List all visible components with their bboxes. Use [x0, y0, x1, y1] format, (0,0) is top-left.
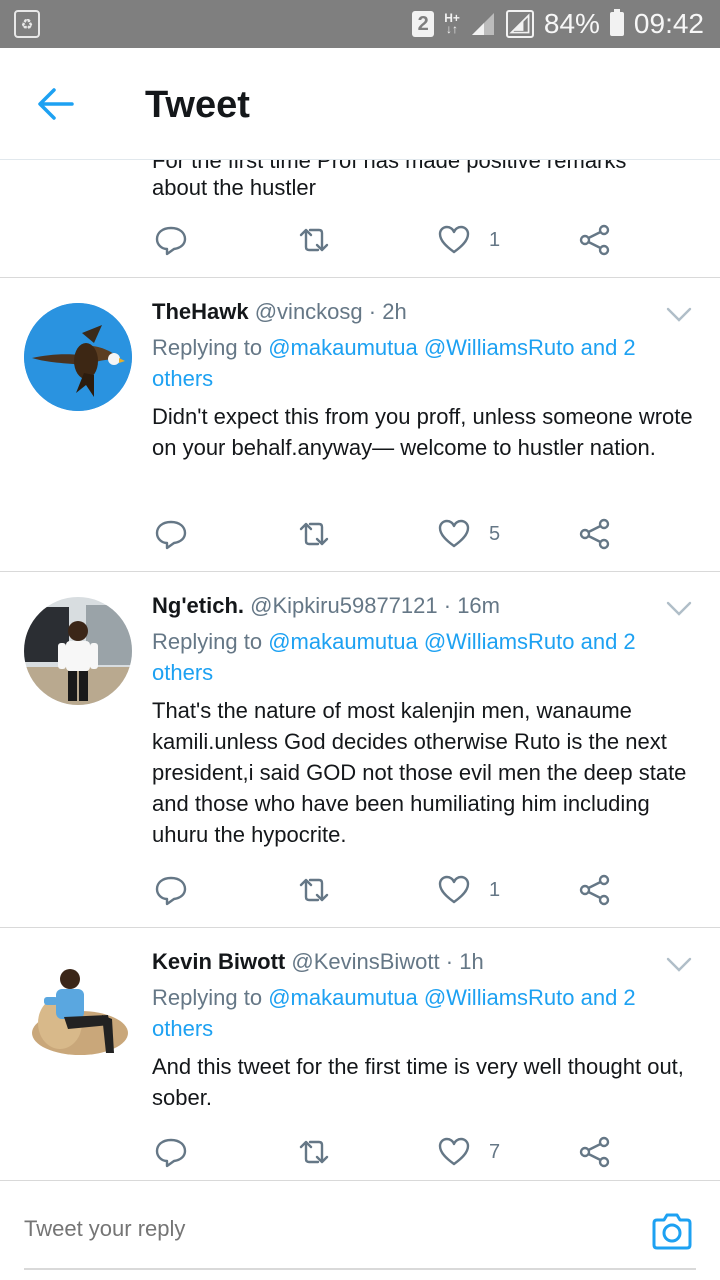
replying-prefix: Replying to [152, 985, 263, 1010]
chevron-down-icon[interactable] [666, 601, 692, 617]
reply-feed[interactable]: For the first time Prof has made positiv… [0, 160, 720, 1180]
like-count: 1 [489, 878, 501, 901]
tweet-time: · 2h [368, 299, 407, 324]
retweet-icon [299, 878, 329, 902]
signal-strength-icon [505, 10, 534, 38]
reply-button[interactable] [154, 1132, 188, 1172]
reply-button[interactable] [154, 514, 188, 554]
tweet-text: That's the nature of most kalenjin men, … [152, 698, 687, 847]
reply-input[interactable] [24, 1216, 524, 1242]
heart-icon [438, 225, 470, 254]
share-icon [579, 874, 610, 906]
network-type-icon: H+ ↓↑ [444, 11, 460, 36]
tweet-text: And this tweet for the first time is ver… [152, 1054, 684, 1110]
tweet-time: · 16m [443, 593, 500, 618]
heart-icon [438, 519, 470, 548]
user-handle[interactable]: @KevinsBiwott [291, 949, 439, 974]
tweet-item[interactable]: TheHawk @vinckosg · 2h Replying to @maka… [0, 279, 720, 572]
tweet-header: Ng'etich. @Kipkiru59877121 · 16m [152, 593, 500, 619]
tweet-actions: 7 [152, 1132, 622, 1172]
input-underline [24, 1268, 696, 1270]
display-name[interactable]: TheHawk [152, 299, 249, 324]
tweet-item[interactable]: Ng'etich. @Kipkiru59877121 · 16m Replyin… [0, 573, 720, 928]
chevron-down-icon[interactable] [666, 957, 692, 973]
tweet-actions: 5 [152, 514, 622, 554]
user-handle[interactable]: @Kipkiru59877121 [250, 593, 437, 618]
heart-icon [438, 1137, 470, 1166]
camera-icon[interactable] [650, 1211, 694, 1251]
share-icon [579, 1136, 610, 1168]
network-type-label: H+ [444, 11, 460, 25]
tweet-header: TheHawk @vinckosg · 2h [152, 299, 407, 325]
recycle-notification-icon: ♻ [14, 10, 40, 38]
reply-composer [0, 1180, 720, 1280]
reply-icon [155, 226, 187, 256]
avatar[interactable] [24, 303, 132, 411]
person-avatar-image [24, 597, 132, 705]
tweet-actions: 1 [152, 220, 622, 260]
battery-percent: 84% [543, 8, 600, 39]
retweet-button[interactable] [297, 870, 331, 910]
tweet-header: Kevin Biwott @KevinsBiwott · 1h [152, 949, 484, 975]
avatar[interactable] [24, 953, 132, 1061]
share-button[interactable] [578, 870, 612, 910]
like-button[interactable]: 1 [437, 870, 500, 910]
status-bar: ♻ 2 H+ ↓↑ 84% 09:42 [0, 0, 720, 48]
tweet-text: about the hustler [152, 175, 316, 200]
like-button[interactable]: 1 [437, 220, 500, 260]
tweet-actions: 1 [152, 870, 622, 910]
share-button[interactable] [578, 1132, 612, 1172]
sim-icon: 2 [412, 11, 435, 37]
reply-button[interactable] [154, 870, 188, 910]
reply-button[interactable] [154, 220, 188, 260]
tweet-time: · 1h [445, 949, 484, 974]
retweet-button[interactable] [297, 220, 331, 260]
avatar[interactable] [24, 597, 132, 705]
share-button[interactable] [578, 514, 612, 554]
like-button[interactable]: 7 [437, 1132, 500, 1172]
share-icon [579, 224, 610, 256]
retweet-button[interactable] [297, 514, 331, 554]
user-handle[interactable]: @vinckosg [255, 299, 363, 324]
replying-to: Replying to @makaumutua @WilliamsRuto an… [152, 626, 692, 688]
display-name[interactable]: Ng'etich. [152, 593, 244, 618]
retweet-icon [299, 228, 329, 252]
like-count: 7 [489, 1140, 501, 1163]
eagle-avatar-image [24, 303, 132, 411]
back-arrow-icon[interactable] [34, 84, 78, 124]
partial-tweet[interactable]: For the first time Prof has made positiv… [0, 160, 720, 278]
retweet-button[interactable] [297, 1132, 331, 1172]
page-title: Tweet [145, 84, 250, 126]
signal-icon [471, 13, 494, 35]
like-count: 1 [489, 228, 501, 251]
status-bar-right: 2 H+ ↓↑ 84% 09:42 [412, 0, 704, 48]
display-name[interactable]: Kevin Biwott [152, 949, 285, 974]
replying-to: Replying to @makaumutua @WilliamsRuto an… [152, 332, 692, 394]
chevron-down-icon[interactable] [666, 307, 692, 323]
person-on-chair-avatar-image [24, 953, 132, 1061]
retweet-icon [299, 522, 329, 546]
tweet-item[interactable]: Kevin Biwott @KevinsBiwott · 1h Replying… [0, 929, 720, 1180]
clock: 09:42 [633, 8, 704, 39]
heart-icon [438, 875, 470, 904]
reply-icon [155, 876, 187, 906]
replying-prefix: Replying to [152, 335, 263, 360]
tweet-text: Didn't expect this from you proff, unles… [152, 404, 693, 460]
app-header: Tweet [0, 48, 720, 160]
replying-to: Replying to @makaumutua @WilliamsRuto an… [152, 982, 692, 1044]
replying-prefix: Replying to [152, 629, 263, 654]
reply-icon [155, 520, 187, 550]
reply-icon [155, 1138, 187, 1168]
battery-icon [609, 9, 624, 36]
retweet-icon [299, 1140, 329, 1164]
share-icon [579, 518, 610, 550]
like-count: 5 [489, 522, 501, 545]
like-button[interactable]: 5 [437, 514, 500, 554]
share-button[interactable] [578, 220, 612, 260]
